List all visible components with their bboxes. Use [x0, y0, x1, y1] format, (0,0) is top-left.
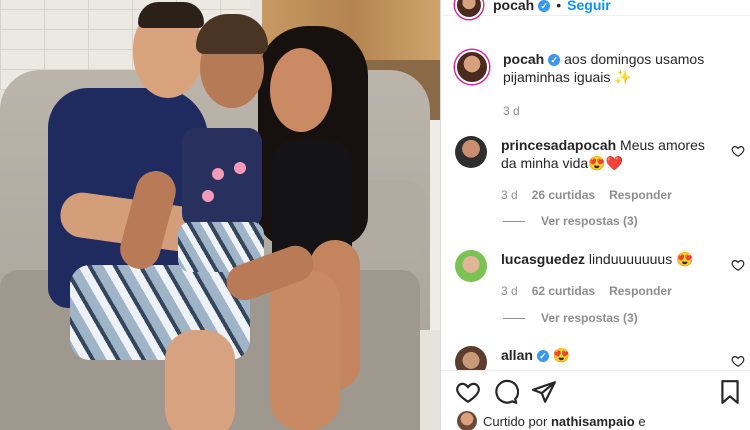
- girl-top: [182, 128, 262, 228]
- paper-plane-icon[interactable]: [531, 379, 557, 405]
- liked-by-prefix: Curtido por: [483, 413, 548, 429]
- liker-username[interactable]: nathisampaio: [551, 414, 635, 429]
- heart-outline-icon[interactable]: [455, 379, 481, 405]
- comment: princesadapocah Meus amores da minha vid…: [455, 136, 745, 204]
- liked-by: Curtido por nathisampaio e: [457, 411, 646, 430]
- man-hair: [138, 2, 204, 28]
- liker-avatar[interactable]: [457, 411, 477, 430]
- comment-meta: 3 d 62 curtidas Responder: [501, 282, 711, 300]
- caption-body: pocah ✓ aos domingos usamos pijaminhas ig…: [503, 50, 743, 120]
- comment-time[interactable]: 3 d: [501, 282, 518, 300]
- post-photo[interactable]: [0, 0, 440, 430]
- comment-time[interactable]: 3 d: [501, 186, 518, 204]
- comment-bubble-icon[interactable]: [493, 379, 519, 405]
- liked-by-suffix: e: [638, 413, 646, 429]
- post-side-panel: pocah ✓ • Seguir pocah ✓ aos domingos usam…: [440, 0, 750, 430]
- separator: •: [556, 0, 562, 13]
- verified-badge-icon: ✓: [538, 0, 551, 12]
- follow-button[interactable]: Seguir: [567, 0, 611, 13]
- heart-print: [202, 190, 214, 202]
- commenter-username[interactable]: princesadapocah: [501, 137, 616, 153]
- view-replies-button[interactable]: Ver respostas (3): [503, 311, 638, 325]
- heart-print: [212, 168, 224, 180]
- woman-leg: [270, 270, 340, 430]
- view-replies-button[interactable]: Ver respostas (3): [503, 214, 638, 228]
- replies-divider: [503, 317, 525, 319]
- comment-like-heart-icon[interactable]: [731, 258, 745, 272]
- comment-body: lucasguedez linduuuuuuus 😍 3 d 62 curtid…: [501, 250, 711, 300]
- post-header: pocah ✓ • Seguir: [441, 0, 750, 19]
- comment-text: linduuuuuuus: [588, 251, 673, 267]
- caption-time[interactable]: 3 d: [503, 102, 743, 120]
- comment-likes[interactable]: 62 curtidas: [532, 282, 595, 300]
- post-action-bar: Curtido por nathisampaio e: [441, 370, 750, 430]
- comment: lucasguedez linduuuuuuus 😍 3 d 62 curtid…: [455, 250, 745, 300]
- reply-button[interactable]: Responder: [609, 282, 672, 300]
- commenter-username[interactable]: lucasguedez: [501, 251, 585, 267]
- sparkles-emoji: ✨: [614, 69, 632, 85]
- author-username[interactable]: pocah ✓: [493, 0, 551, 13]
- comment-meta: 3 d 26 curtidas Responder: [501, 186, 711, 204]
- author-avatar[interactable]: [455, 0, 483, 19]
- commenter-avatar[interactable]: [455, 136, 487, 168]
- bookmark-icon[interactable]: [717, 379, 743, 405]
- comment-emoji: 😍❤️: [588, 155, 624, 171]
- replies-divider: [503, 220, 525, 222]
- comment-body: princesadapocah Meus amores da minha vid…: [501, 136, 711, 204]
- man-leg: [165, 330, 235, 430]
- comment-like-heart-icon[interactable]: [731, 144, 745, 158]
- view-replies-label: Ver respostas (3): [541, 214, 638, 228]
- caption-avatar[interactable]: [455, 50, 489, 84]
- view-replies-label: Ver respostas (3): [541, 311, 638, 325]
- comment-like-heart-icon[interactable]: [731, 354, 745, 368]
- caption-username[interactable]: pocah: [503, 51, 544, 67]
- heart-print: [234, 162, 246, 174]
- verified-badge-icon: ✓: [548, 54, 561, 66]
- comment-emoji: 😍: [676, 251, 694, 267]
- comment-likes[interactable]: 26 curtidas: [532, 186, 595, 204]
- verified-badge-icon: ✓: [536, 350, 549, 362]
- commenter-username[interactable]: allan: [501, 347, 533, 363]
- woman-face: [270, 48, 332, 132]
- commenter-avatar[interactable]: [455, 250, 487, 282]
- caption: pocah ✓ aos domingos usamos pijaminhas ig…: [455, 50, 745, 120]
- comment-emoji: 😍: [552, 347, 571, 363]
- reply-button[interactable]: Responder: [609, 186, 672, 204]
